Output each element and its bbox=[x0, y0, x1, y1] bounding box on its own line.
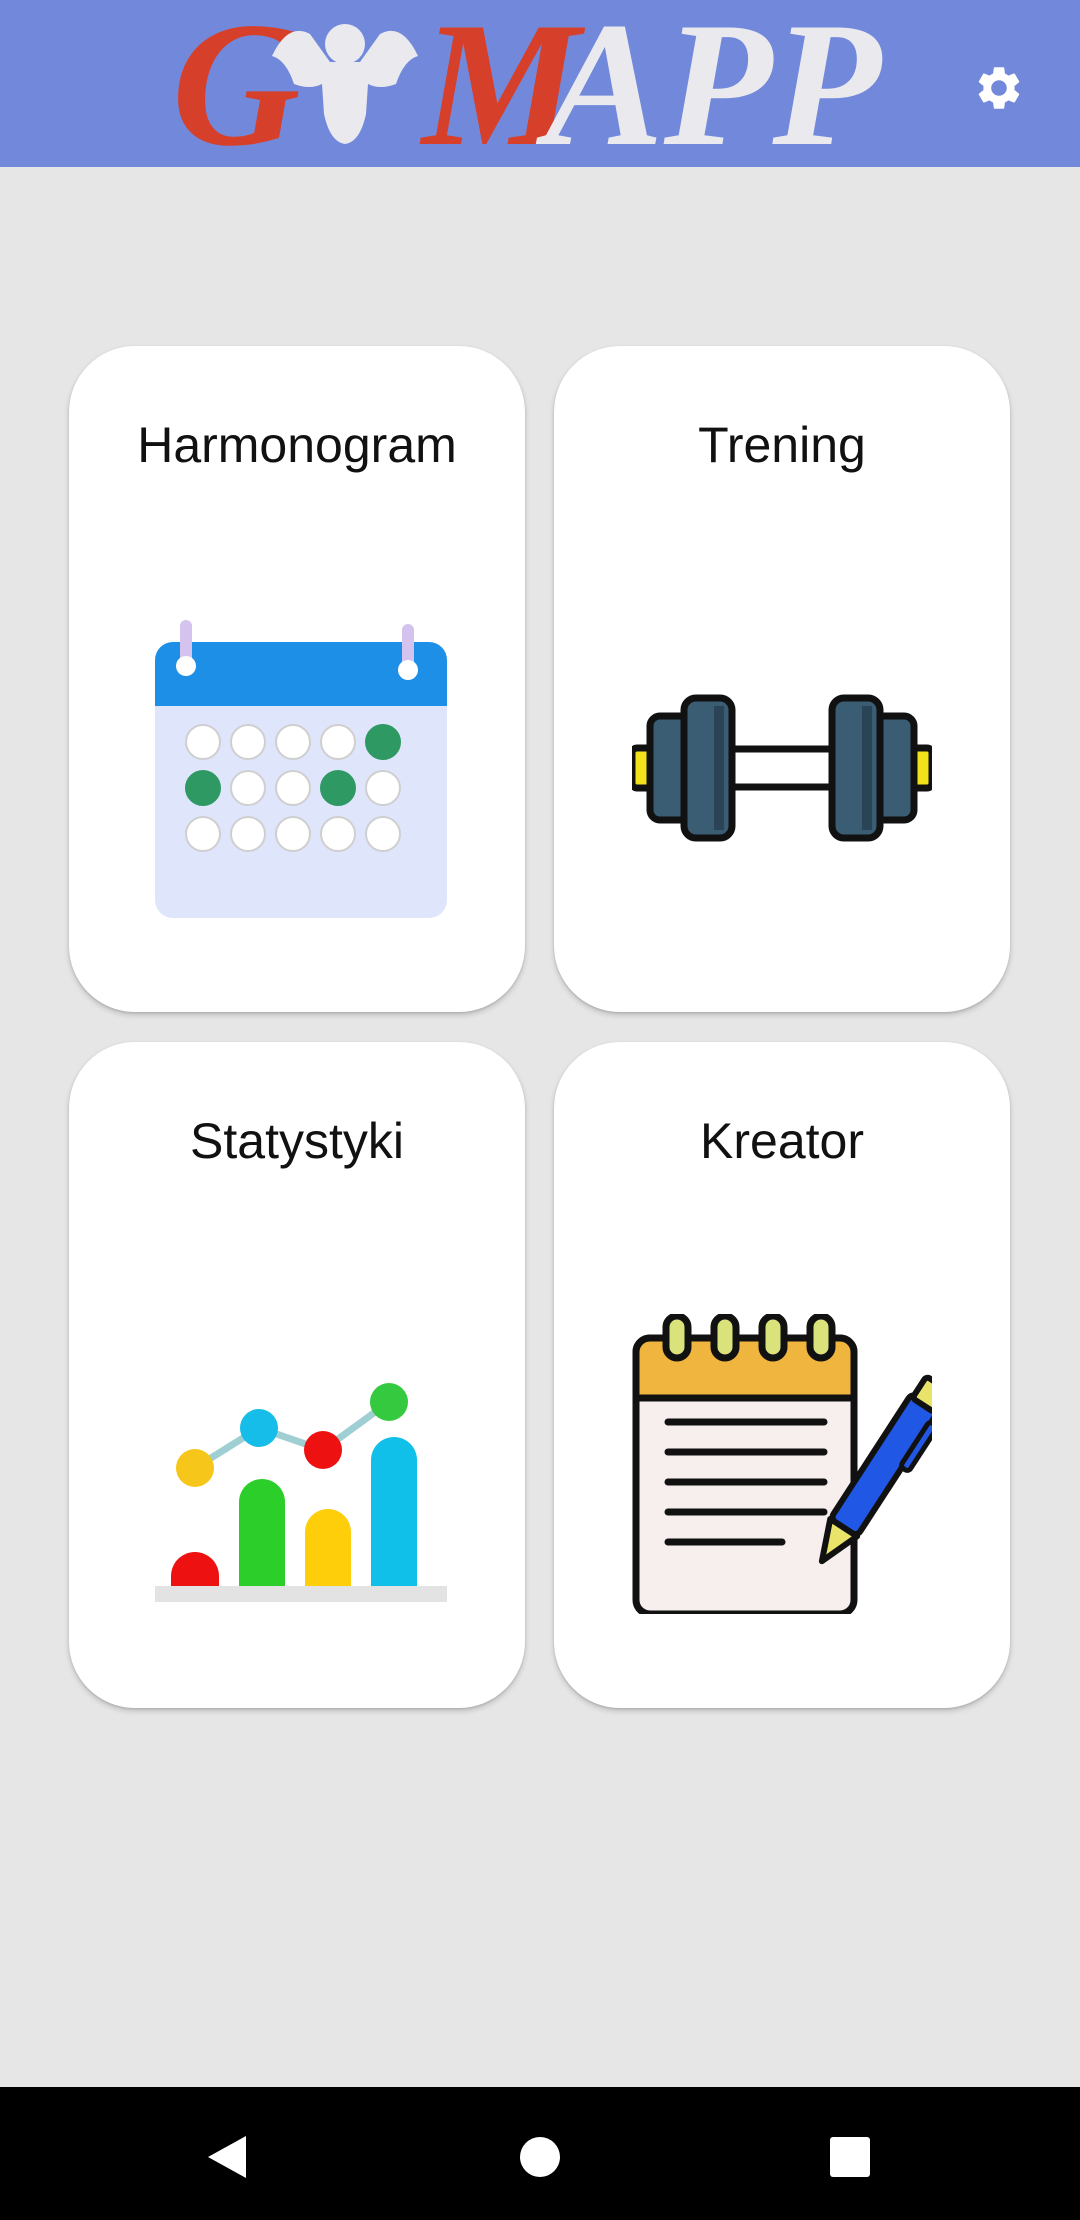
home-button[interactable] bbox=[500, 2117, 580, 2197]
recents-square-icon bbox=[830, 2137, 870, 2177]
app-bar: G M APP bbox=[0, 0, 1080, 167]
back-button[interactable] bbox=[187, 2117, 267, 2197]
home-circle-icon bbox=[520, 2137, 560, 2177]
tile-kreator[interactable]: Kreator bbox=[554, 1042, 1010, 1708]
app-logo: G M APP bbox=[172, 4, 882, 164]
recents-button[interactable] bbox=[810, 2117, 890, 2197]
tile-label: Kreator bbox=[700, 1113, 864, 1169]
tile-label: Statystyki bbox=[190, 1113, 404, 1169]
dumbbell-icon bbox=[632, 694, 932, 842]
system-navigation-bar bbox=[0, 2087, 1080, 2220]
tile-grid: Harmonogram Trening Statystyki Kreator bbox=[0, 167, 1080, 2087]
tile-statystyki[interactable]: Statystyki bbox=[69, 1042, 525, 1708]
tile-label: Harmonogram bbox=[137, 417, 457, 473]
notepad-pen-icon bbox=[632, 1314, 932, 1614]
gear-icon bbox=[978, 67, 1020, 109]
tile-trening[interactable]: Trening bbox=[554, 346, 1010, 1012]
tile-harmonogram[interactable]: Harmonogram bbox=[69, 346, 525, 1012]
logo-text-app: APP bbox=[535, 4, 882, 164]
back-triangle-icon bbox=[208, 2136, 246, 2178]
settings-button[interactable] bbox=[965, 54, 1033, 122]
tile-label: Trening bbox=[698, 417, 866, 473]
chart-icon bbox=[155, 1383, 447, 1602]
calendar-icon bbox=[155, 620, 447, 918]
logo-letter-g: G bbox=[172, 4, 301, 164]
